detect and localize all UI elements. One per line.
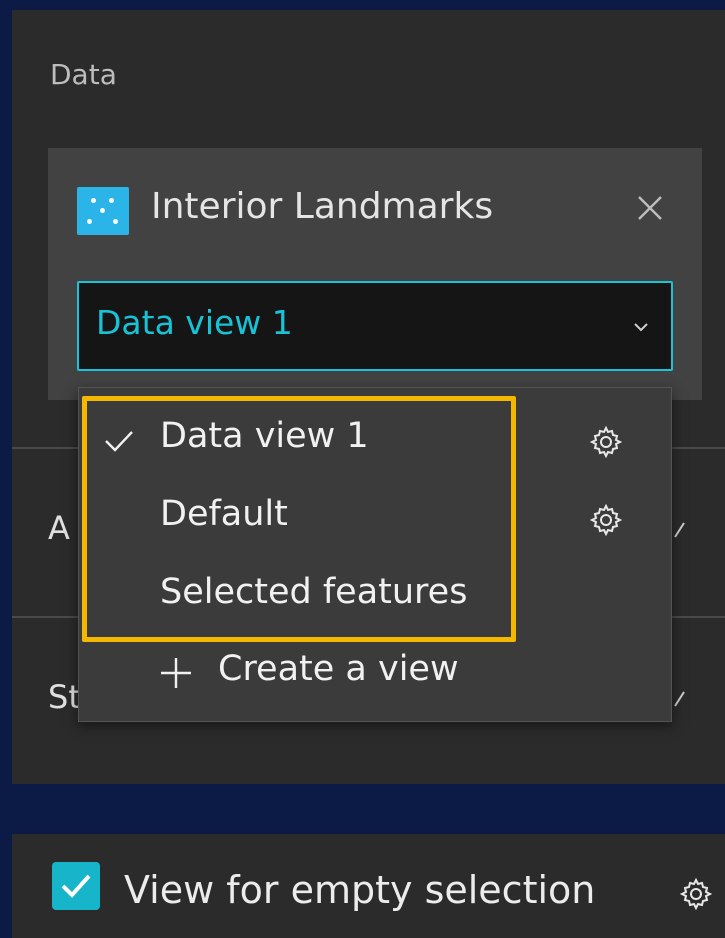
checkmark-icon	[105, 431, 133, 452]
chevron-right-icon[interactable]	[672, 519, 688, 539]
section-title: Data	[50, 58, 117, 91]
chevron-right-icon[interactable]	[672, 688, 688, 708]
empty-selection-label: View for empty selection	[124, 868, 596, 912]
checkmark-icon	[61, 874, 91, 898]
create-view-button[interactable]: Create a view	[218, 649, 459, 689]
data-source-name: Interior Landmarks	[151, 186, 494, 227]
menu-item-default[interactable]: Default	[160, 494, 288, 534]
collapsed-row-label: St	[48, 678, 81, 716]
menu-item-selected-features[interactable]: Selected features	[160, 572, 467, 612]
close-icon[interactable]	[630, 188, 670, 228]
collapsed-row-label: A	[48, 509, 70, 547]
menu-item-data-view-1[interactable]: Data view 1	[160, 416, 369, 456]
data-view-select-value: Data view 1	[96, 303, 293, 342]
gear-icon[interactable]	[678, 876, 714, 912]
gear-icon[interactable]	[588, 502, 624, 538]
point-layer-icon	[77, 187, 129, 235]
empty-selection-checkbox[interactable]	[52, 862, 100, 910]
plus-icon	[161, 658, 191, 688]
gear-icon[interactable]	[588, 424, 624, 460]
chevron-down-icon	[634, 323, 648, 332]
